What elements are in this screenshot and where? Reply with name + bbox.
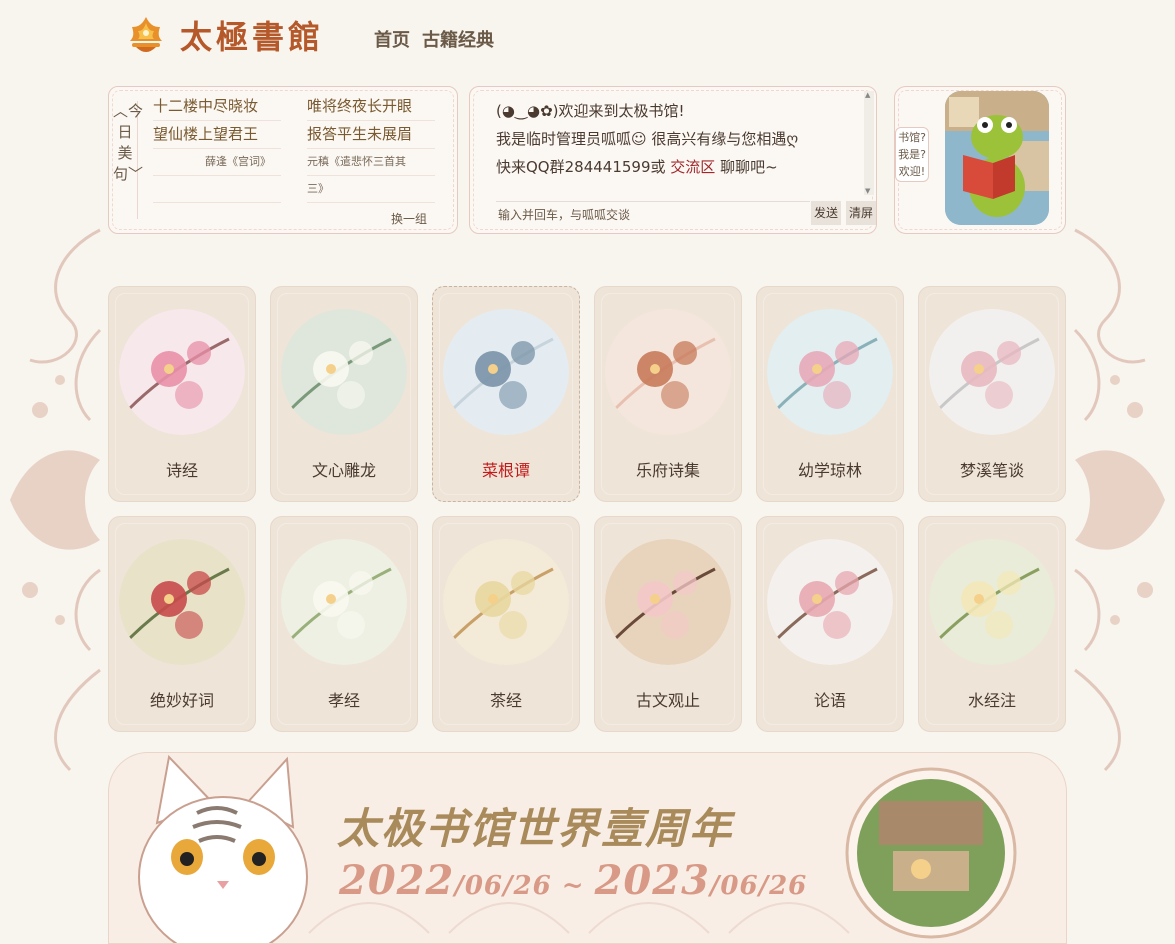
cat-mascot	[138, 754, 308, 943]
book-cover-image	[443, 309, 569, 435]
poem-column-1: 十二楼中尽晓妆 望仙楼上望君王 薛逢《宫词》	[153, 93, 281, 203]
banner-date-end-year: 2023	[594, 857, 710, 904]
chat-message: (◕‿◕✿)欢迎来到太极书馆!	[496, 102, 685, 120]
daily-poem-label: ︿今日美句﹀	[113, 101, 143, 219]
banner-date-end-rest: /06/26	[709, 871, 808, 901]
book-card[interactable]: 乐府诗集	[594, 286, 742, 502]
chat-message: 快来QQ群284441599或 交流区 聊聊吧~	[496, 153, 856, 181]
book-card[interactable]: 菜根谭	[432, 286, 580, 502]
frog-avatar[interactable]	[945, 91, 1049, 225]
book-card[interactable]: 文心雕龙	[270, 286, 418, 502]
book-cover-image	[605, 309, 731, 435]
banner-date-start-year: 2022	[339, 857, 455, 904]
admin-panel: 书馆? 我是? 欢迎!	[894, 86, 1066, 234]
banner-date-sep: ~	[551, 871, 595, 901]
book-cover-image	[929, 309, 1055, 435]
chat-text: 快来QQ群284441599或	[496, 158, 671, 176]
book-cover-image	[767, 539, 893, 665]
poem-source: 薛逢《宫词》	[153, 149, 281, 176]
book-title: 诗经	[165, 461, 198, 480]
chat-scrollbar[interactable]: ▲ ▼	[864, 91, 874, 195]
banner-date-start-rest: /06/26	[454, 871, 552, 901]
book-title: 古文观止	[635, 691, 700, 710]
admin-tag-line: 我是?	[898, 148, 926, 161]
book-card[interactable]: 古文观止	[594, 516, 742, 732]
book-title: 绝妙好词	[149, 691, 214, 710]
book-card[interactable]: 孝经	[270, 516, 418, 732]
site-name: 太極書館	[180, 18, 325, 56]
poem-divider	[153, 176, 281, 203]
daily-poem-panel: ︿今日美句﹀ 十二楼中尽晓妆 望仙楼上望君王 薛逢《宫词》 唯将终夜长开眼 报答…	[108, 86, 458, 234]
book-cover-image	[767, 309, 893, 435]
chat-panel: (◕‿◕✿)欢迎来到太极书馆! 我是临时管理员呱呱☺ 很高兴有缘与您相遇ღ 快来…	[469, 86, 877, 234]
book-card[interactable]: 水经注	[918, 516, 1066, 732]
poem-line: 十二楼中尽晓妆	[153, 93, 281, 121]
swap-poem-button[interactable]: 换一组	[391, 210, 427, 227]
book-title: 水经注	[967, 691, 1016, 710]
scroll-up-icon[interactable]: ▲	[865, 91, 870, 99]
book-card[interactable]: 茶经	[432, 516, 580, 732]
poem-line: 望仙楼上望君王	[153, 121, 281, 149]
book-title: 论语	[813, 691, 846, 710]
poem-column-2: 唯将终夜长开眼 报答平生未展眉 元稹《遣悲怀三首其 三》	[307, 93, 435, 203]
site-logo[interactable]: 太極書館	[124, 12, 324, 58]
forum-link[interactable]: 交流区	[670, 158, 715, 176]
poem-source-cont: 三》	[307, 176, 435, 203]
admin-tag-line: 欢迎!	[898, 165, 926, 178]
book-cover-image	[281, 309, 407, 435]
book-cover-image	[443, 539, 569, 665]
lotus-logo-icon	[130, 17, 162, 52]
chat-log: (◕‿◕✿)欢迎来到太极书馆! 我是临时管理员呱呱☺ 很高兴有缘与您相遇ღ 快来…	[496, 97, 856, 181]
scroll-down-icon[interactable]: ▼	[865, 187, 870, 195]
anniversary-banner[interactable]: 太极书馆世界壹周年 2022/06/26 ~ 2023/06/26	[108, 752, 1067, 944]
chat-text: 聊聊吧~	[715, 158, 778, 176]
book-title: 梦溪笔谈	[959, 461, 1024, 480]
book-cover-image	[119, 309, 245, 435]
clear-button[interactable]: 清屏	[846, 201, 876, 225]
book-title: 文心雕龙	[311, 461, 376, 480]
poem-line: 唯将终夜长开眼	[307, 93, 435, 121]
admin-speech-tag: 书馆? 我是? 欢迎!	[895, 127, 929, 182]
chat-input[interactable]	[496, 201, 810, 228]
book-cover-image	[605, 539, 731, 665]
book-card[interactable]: 绝妙好词	[108, 516, 256, 732]
poem-source: 元稹《遣悲怀三首其	[307, 149, 435, 176]
book-title: 孝经	[327, 691, 360, 710]
poem-line: 报答平生未展眉	[307, 121, 435, 149]
book-title: 茶经	[489, 691, 522, 710]
banner-title: 太极书馆世界壹周年	[337, 804, 734, 853]
book-title: 菜根谭	[481, 461, 530, 480]
chat-message: 我是临时管理员呱呱☺ 很高兴有缘与您相遇ღ	[496, 130, 799, 148]
book-title: 乐府诗集	[635, 461, 700, 480]
main-nav: 首页 古籍经典	[374, 26, 494, 52]
send-button[interactable]: 发送	[811, 201, 842, 225]
book-cover-image	[929, 539, 1055, 665]
left-ornament	[10, 228, 102, 772]
book-title: 幼学琼林	[797, 461, 862, 480]
book-cover-image	[119, 539, 245, 665]
admin-tag-line: 书馆?	[898, 131, 926, 144]
nav-home[interactable]: 首页	[374, 26, 410, 52]
book-card[interactable]: 诗经	[108, 286, 256, 502]
nav-classics[interactable]: 古籍经典	[422, 26, 494, 52]
banner-date: 2022/06/26 ~ 2023/06/26	[339, 857, 807, 904]
book-card[interactable]: 幼学琼林	[756, 286, 904, 502]
book-card[interactable]: 梦溪笔谈	[918, 286, 1066, 502]
book-card[interactable]: 论语	[756, 516, 904, 732]
book-cover-image	[281, 539, 407, 665]
right-ornament	[1073, 228, 1165, 772]
